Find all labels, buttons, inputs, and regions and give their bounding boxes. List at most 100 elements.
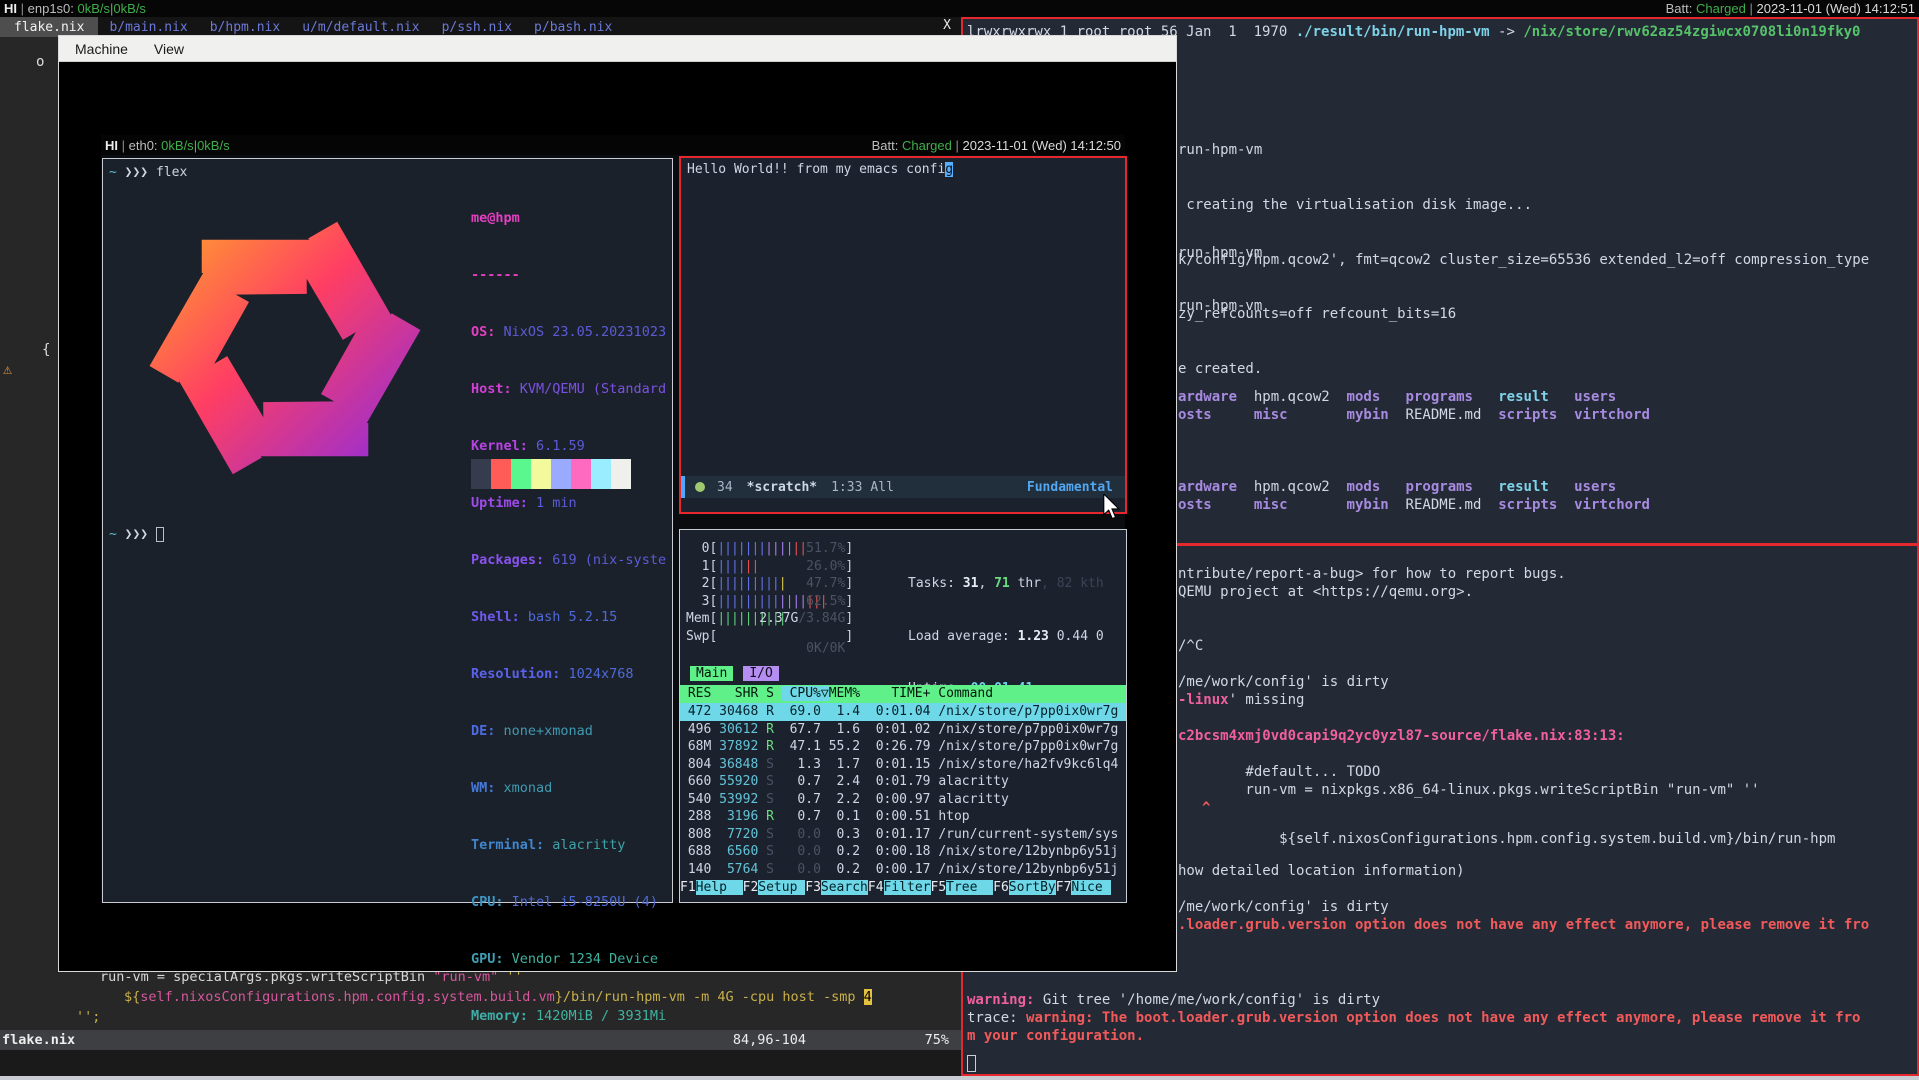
task-count: 31 xyxy=(963,576,979,591)
emacs-buffer-text: Hello World!! from my emacs config xyxy=(681,158,1125,177)
fkey-label[interactable]: Filter xyxy=(884,880,931,895)
table-row[interactable]: 660 55920 S 0.7 2.4 0:01.79 alacritty xyxy=(680,773,1126,791)
fkey[interactable]: F1 xyxy=(680,880,696,895)
table-row[interactable]: 288 3196 R 0.7 0.1 0:00.51 htop xyxy=(680,808,1126,826)
command: alacritty xyxy=(931,774,1009,789)
fkey[interactable]: F4 xyxy=(868,880,884,895)
command: alacritty xyxy=(931,792,1009,807)
dir-entry: mods xyxy=(1347,478,1406,496)
vm-battery-label: Batt: xyxy=(872,138,899,153)
mouse-cursor xyxy=(1102,494,1122,520)
cpu: 0.7 xyxy=(774,774,821,789)
tab-hpm-nix[interactable]: b/hpm.nix xyxy=(199,18,291,37)
nf-value: bash 5.2.15 xyxy=(520,609,618,625)
palette-swatch xyxy=(551,474,571,489)
table-row[interactable]: 496 30612 R 67.7 1.6 0:01.02 /nix/store/… xyxy=(680,721,1126,739)
vm-display[interactable]: HI | eth0: 0kB/s|0kB/s Batt: Charged | 2… xyxy=(101,135,1125,903)
battery-status: Charged xyxy=(1696,1,1746,16)
nf-label: Kernel: xyxy=(471,438,528,454)
nf-value: none+xmonad xyxy=(495,723,593,739)
table-row[interactable]: 804 36848 S 1.3 1.7 0:01.15 /nix/store/h… xyxy=(680,756,1126,774)
shr: 36848 xyxy=(711,757,758,772)
palette-swatch xyxy=(531,459,551,474)
dir-entry: users xyxy=(1574,479,1616,495)
dir-entry: osts xyxy=(1178,406,1254,424)
tab-io[interactable]: I/O xyxy=(743,666,778,681)
menu-machine[interactable]: Machine xyxy=(75,41,128,57)
terminal-line: #default... TODO xyxy=(1178,763,1380,781)
process-table: 472 30468 R 69.0 1.4 0:01.04 /nix/store/… xyxy=(680,703,1126,878)
mem: 2.2 xyxy=(821,792,860,807)
terminal-line: e created. xyxy=(1178,360,1869,378)
tab-default-nix[interactable]: u/m/default.nix xyxy=(291,18,430,37)
mem-total: /3.84G xyxy=(798,611,845,626)
neofetch-underline: ------ xyxy=(471,266,666,285)
symlink-entry: result xyxy=(1498,388,1574,406)
fkey[interactable]: F2 xyxy=(743,880,759,895)
meter-percent: 26.0% xyxy=(806,558,845,576)
tab-flake-nix[interactable]: flake.nix xyxy=(0,17,98,37)
shr: 55920 xyxy=(711,774,758,789)
fkey-label[interactable]: Help xyxy=(696,880,743,895)
palette-swatch xyxy=(491,459,511,474)
prompt-path: ~ xyxy=(109,527,117,542)
time: 0:01.02 xyxy=(860,722,930,737)
editor-tab-bar: flake.nix b/main.nix b/hpm.nix u/m/defau… xyxy=(0,17,961,37)
fkey[interactable]: F6 xyxy=(993,880,1009,895)
table-row[interactable]: 68M 37892 R 47.1 55.2 0:26.79 /nix/store… xyxy=(680,738,1126,756)
cpu-meter-3: 3[||||||||||||||||62.5%] xyxy=(686,593,853,611)
mem: 1.4 xyxy=(821,704,860,719)
fkey-label[interactable]: Nice xyxy=(1071,880,1102,895)
res: 472 xyxy=(680,704,711,719)
shr: 30612 xyxy=(711,722,758,737)
terminal-line: ${self.nixosConfigurations.hpm.config.sy… xyxy=(1178,830,1835,848)
nf-label: WM: xyxy=(471,780,495,796)
fkey-label[interactable]: SortBy xyxy=(1009,880,1056,895)
qemu-vm-window[interactable]: Machine View HI | eth0: 0kB/s|0kB/s Batt… xyxy=(58,35,1177,972)
tasks-line: Tasks: 31, 71 thr, 82 kth xyxy=(908,575,1104,593)
tab-main[interactable]: Main xyxy=(690,666,733,681)
mem: 0.3 xyxy=(821,827,860,842)
htop-window[interactable]: 0[|||||||||||||51.7%] 1[||||||26.0%] 2[|… xyxy=(679,529,1127,903)
load-average-line: Load average: 1.23 0.44 0 xyxy=(908,628,1104,646)
vm-terminal-window[interactable]: ~ ❯❯❯ flex xyxy=(102,158,673,903)
process-table-header[interactable]: RES SHR S CPU%▽MEM% TIME+ Command xyxy=(680,685,1126,703)
table-row[interactable]: 472 30468 R 69.0 1.4 0:01.04 /nix/store/… xyxy=(680,703,1126,721)
code-line: ''; xyxy=(76,1007,100,1027)
terminal-line: ntribute/report-a-bug> for how to report… xyxy=(1178,565,1566,583)
ls-output-row: ardwarehpm.qcow2modsprogramsresultusers xyxy=(1178,478,1616,496)
time: 0:26.79 xyxy=(860,739,930,754)
close-icon[interactable]: X xyxy=(943,18,951,33)
status-right: Batt: Charged | 2023-11-01 (Wed) 14:12:5… xyxy=(1666,1,1915,16)
tab-main-nix[interactable]: b/main.nix xyxy=(98,18,198,37)
table-row[interactable]: 688 6560 S 0.0 0.2 0:00.18 /nix/store/12… xyxy=(680,843,1126,861)
nixos-logo xyxy=(109,187,461,509)
nf-value: alacritty xyxy=(544,837,625,853)
menu-view[interactable]: View xyxy=(154,41,184,57)
warning-line: m your configuration. xyxy=(967,1027,1144,1045)
dir-entry: virtchord xyxy=(1574,407,1650,423)
table-row[interactable]: 808 7720 S 0.0 0.3 0:01.17 /run/current-… xyxy=(680,826,1126,844)
table-row[interactable]: 540 53992 S 0.7 2.2 0:00.97 alacritty xyxy=(680,791,1126,809)
fkey-label[interactable]: Setup xyxy=(758,880,805,895)
emacs-modeline: 34 *scratch* 1:33 All Fundamental xyxy=(681,476,1125,498)
nf-value: Intel i5-8250U (4) xyxy=(504,894,658,910)
table-row[interactable]: 140 5764 S 0.0 0.2 0:00.17 /nix/store/12… xyxy=(680,861,1126,879)
sort-column[interactable]: CPU%▽ xyxy=(782,686,829,701)
filename: flake.nix xyxy=(0,1032,75,1048)
fkey[interactable]: F5 xyxy=(931,880,947,895)
tab-bash-nix[interactable]: p/bash.nix xyxy=(523,18,623,37)
neofetch-entry: Packages: 619 (nix-syste xyxy=(471,551,666,570)
palette-swatch xyxy=(551,459,571,474)
fkey[interactable]: F7 xyxy=(1056,880,1072,895)
terminal-line: QEMU project at <https://qemu.org>. xyxy=(1178,583,1473,601)
trace-warning-line: trace: warning: The boot.loader.grub.ver… xyxy=(967,1009,1860,1027)
fkey-label[interactable]: Search xyxy=(821,880,868,895)
tab-ssh-nix[interactable]: p/ssh.nix xyxy=(431,18,523,37)
thread-count: 71 xyxy=(994,576,1010,591)
dir-entry: misc xyxy=(1254,406,1347,424)
fkey-label[interactable]: Tree xyxy=(946,880,993,895)
fkey[interactable]: F3 xyxy=(805,880,821,895)
terminal-line: how detailed location information) xyxy=(1178,862,1465,880)
emacs-window[interactable]: Hello World!! from my emacs config 34 *s… xyxy=(679,156,1127,514)
